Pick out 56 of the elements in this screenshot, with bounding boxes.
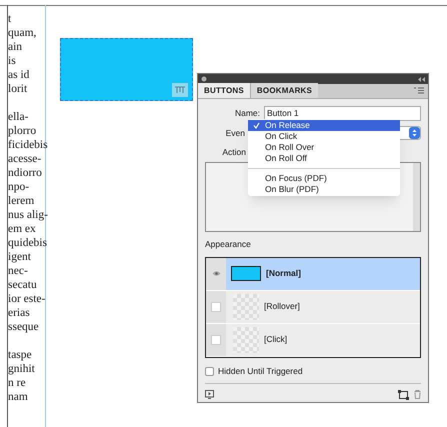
name-field[interactable]: Button 1: [264, 106, 421, 120]
appearance-row[interactable]: [Click]: [206, 324, 420, 357]
eye-icon[interactable]: [212, 270, 220, 278]
body-text-line: lorit: [8, 82, 28, 96]
body-text-line: nec-: [8, 264, 29, 278]
button-marker-icon: [172, 83, 188, 97]
body-text-line: as id: [8, 68, 30, 82]
body-text-line: npo-: [8, 180, 30, 194]
body-text-line: is: [8, 54, 17, 68]
body-text-line: lerem: [8, 194, 36, 208]
appearance-row[interactable]: [Normal]: [206, 258, 420, 291]
menu-item[interactable]: On Blur (PDF): [248, 184, 400, 195]
body-text-line: taspe: [8, 348, 33, 362]
body-text-line: ain: [8, 40, 24, 54]
preview-icon[interactable]: [205, 390, 214, 399]
menu-item[interactable]: On Focus (PDF): [248, 173, 400, 184]
hidden-label: Hidden Until Triggered: [218, 364, 303, 378]
body-text-line: ndiorro: [8, 166, 43, 180]
hidden-checkbox[interactable]: [205, 366, 214, 376]
body-text-line: sseque: [8, 320, 40, 334]
panel-tab[interactable]: BOOKMARKS: [250, 83, 318, 98]
body-text-line: nam: [8, 390, 29, 404]
body-text-line: t: [8, 12, 12, 26]
name-label: Name:: [234, 106, 260, 120]
appearance-label: Appearance: [205, 238, 252, 251]
body-text-line: erias: [8, 306, 31, 320]
collapse-icon[interactable]: [418, 76, 425, 82]
check-icon: [252, 122, 260, 129]
body-text-line: ficidebis: [8, 138, 48, 152]
body-text-line: gnihit: [8, 362, 36, 376]
menu-item[interactable]: On Roll Over: [248, 142, 400, 153]
state-label: [Normal]: [266, 267, 301, 280]
body-text-line: plorro: [8, 124, 38, 138]
menu-item[interactable]: On Release: [248, 120, 400, 131]
menu-item[interactable]: On Roll Off: [248, 153, 400, 164]
body-text-line: quam,: [8, 26, 38, 40]
state-label: [Rollover]: [264, 300, 300, 314]
panel-tab[interactable]: BUTTONS: [198, 83, 250, 98]
body-text-line: ior este-: [8, 292, 46, 306]
body-text-line: ella-: [8, 110, 30, 124]
state-label: [Click]: [264, 333, 288, 346]
body-text-line: nus alig-: [8, 208, 48, 222]
event-label: Even: [224, 126, 245, 140]
panel-menu-icon[interactable]: [414, 87, 424, 94]
body-text-line: igent: [8, 250, 32, 264]
menu-item[interactable]: On Click: [248, 131, 400, 142]
close-icon[interactable]: [201, 76, 207, 82]
convert-icon[interactable]: [398, 390, 409, 400]
trash-icon[interactable]: [414, 390, 421, 399]
body-text-line: acesse-: [8, 152, 42, 166]
actions-label: Action: [221, 146, 246, 158]
body-text-line: quidebis: [8, 236, 48, 250]
body-text-line: em ex: [8, 222, 37, 236]
body-text-line: n re: [8, 376, 27, 390]
body-text-line: secatu: [8, 278, 38, 292]
appearance-row[interactable]: [Rollover]: [206, 290, 420, 324]
